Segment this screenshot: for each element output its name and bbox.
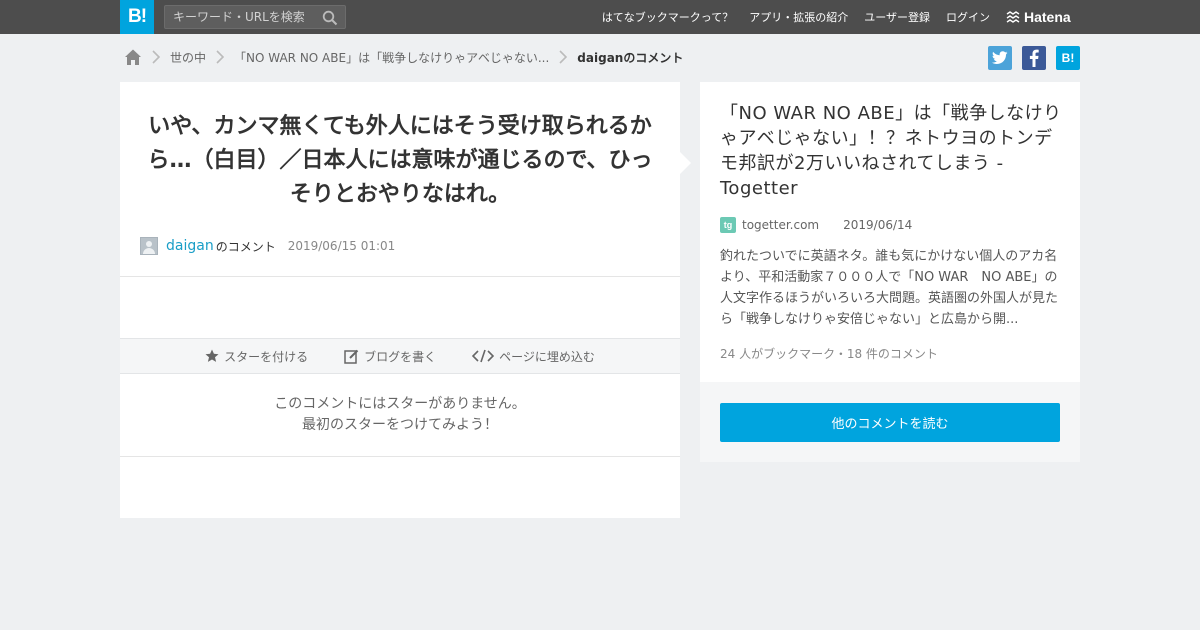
breadcrumb-category[interactable]: 世の中 xyxy=(170,49,206,66)
entry-title[interactable]: 「NO WAR NO ABE」は「戦争しなけりゃアベじゃない」！？ネトウヨのトン… xyxy=(720,101,1062,201)
card-pointer xyxy=(680,152,691,174)
embed-button[interactable]: ページに埋め込む xyxy=(472,348,595,365)
nav-register[interactable]: ユーザー登録 xyxy=(864,9,930,25)
divider xyxy=(120,276,680,277)
nav-apps[interactable]: アプリ・拡張の紹介 xyxy=(749,9,848,25)
entry-domain[interactable]: togetter.com xyxy=(742,218,819,232)
comment-user-suffix: のコメント xyxy=(215,239,276,254)
edit-icon xyxy=(344,349,359,364)
top-bar: B! はてなブックマークって？ アプリ・拡張の紹介 ユーザー登録 ログイン Ha… xyxy=(0,0,1200,34)
read-more-comments-button[interactable]: 他のコメントを読む xyxy=(720,403,1060,442)
star-icon xyxy=(205,349,219,362)
chevron-right-icon xyxy=(152,50,161,64)
entry-summary: 釣れたついでに英語ネタ。誰も気にかけない個人のアカ名より、平和活動家７０００人で… xyxy=(720,249,1059,327)
divider xyxy=(120,456,680,457)
home-icon[interactable] xyxy=(124,48,142,66)
avatar[interactable] xyxy=(140,237,158,255)
code-icon xyxy=(472,349,495,363)
no-star-message: このコメントにはスターがありません。 最初のスターをつけてみよう！ xyxy=(120,394,680,436)
bookmark-count[interactable]: 24 人がブックマーク・18 件のコメント xyxy=(720,345,938,362)
comment-card: いや、カンマ無くても外人にはそう受け取られるから…（白目）／日本人には意味が通じ… xyxy=(120,82,680,518)
breadcrumb-current: daiganのコメント xyxy=(577,50,684,65)
add-star-label: スターを付ける xyxy=(224,349,309,364)
chevron-right-icon xyxy=(216,50,225,64)
top-nav: はてなブックマークって？ アプリ・拡張の紹介 ユーザー登録 ログイン xyxy=(586,0,990,34)
comment-meta: daigan のコメント 2019/06/15 01:01 xyxy=(140,236,395,256)
site-favicon-icon: tg xyxy=(720,217,736,233)
write-blog-label: ブログを書く xyxy=(364,349,437,364)
bookmark-logo[interactable]: B! xyxy=(120,0,154,34)
facebook-icon xyxy=(1029,49,1039,67)
search-input[interactable] xyxy=(173,9,321,25)
nav-about[interactable]: はてなブックマークって？ xyxy=(602,9,733,25)
twitter-share-button[interactable] xyxy=(988,46,1012,70)
comment-date: 2019/06/15 01:01 xyxy=(287,239,396,253)
hatena-bookmark-share-button[interactable]: B! xyxy=(1056,46,1080,70)
nav-login[interactable]: ログイン xyxy=(946,9,990,25)
entry-card-footer: 他のコメントを読む xyxy=(700,382,1080,462)
comment-text: いや、カンマ無くても外人にはそう受け取られるから…（白目）／日本人には意味が通じ… xyxy=(147,114,653,207)
breadcrumb: 世の中 「NO WAR NO ABE」は「戦争しなけりゃアベじゃない... da… xyxy=(124,46,683,68)
no-star-line-2: 最初のスターをつけてみよう！ xyxy=(302,417,498,433)
search-icon[interactable] xyxy=(322,10,338,26)
search-box[interactable] xyxy=(164,5,346,29)
add-star-button[interactable]: スターを付ける xyxy=(205,348,308,365)
comment-actions: スターを付ける ブログを書く ページに埋め込む xyxy=(120,338,680,374)
comment-user[interactable]: daigan xyxy=(166,238,214,254)
embed-label: ページに埋め込む xyxy=(499,349,595,364)
write-blog-button[interactable]: ブログを書く xyxy=(344,348,436,365)
chevron-right-icon xyxy=(559,50,568,64)
share-buttons: B! xyxy=(988,46,1080,70)
breadcrumb-entry[interactable]: 「NO WAR NO ABE」は「戦争しなけりゃアベじゃない... xyxy=(234,49,549,66)
hatena-icon xyxy=(1006,11,1020,23)
entry-source: tg togetter.com 2019/06/14 xyxy=(720,216,912,234)
hatena-label: Hatena xyxy=(1024,9,1071,25)
entry-date: 2019/06/14 xyxy=(843,218,913,232)
twitter-icon xyxy=(992,51,1008,64)
entry-card: 「NO WAR NO ABE」は「戦争しなけりゃアベじゃない」！？ネトウヨのトン… xyxy=(700,82,1080,382)
facebook-share-button[interactable] xyxy=(1022,46,1046,70)
no-star-line-1: このコメントにはスターがありません。 xyxy=(274,396,526,412)
hatena-logo[interactable]: Hatena xyxy=(1006,8,1071,26)
